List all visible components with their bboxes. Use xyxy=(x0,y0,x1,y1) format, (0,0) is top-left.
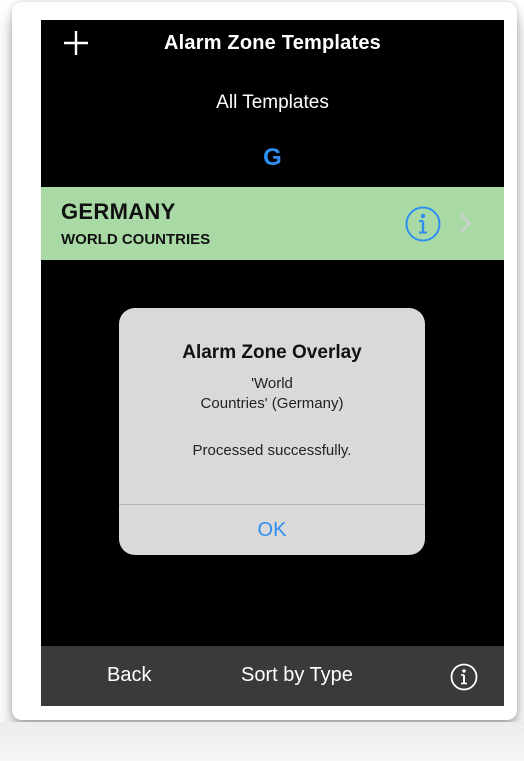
app-screen: Alarm Zone Templates All Templates G GER… xyxy=(41,20,504,706)
alert-status-message: Processed successfully. xyxy=(192,442,352,459)
toolbar-info-button[interactable] xyxy=(450,663,478,691)
page-title: Alarm Zone Templates xyxy=(163,32,382,54)
info-button[interactable] xyxy=(404,205,442,243)
alert-title: Alarm Zone Overlay xyxy=(182,342,362,363)
alert-message-line: Countries' (Germany) xyxy=(200,395,344,412)
info-icon xyxy=(405,206,441,242)
list-item-title: GERMANY xyxy=(61,199,176,224)
alert-message: 'World Countries' (Germany) xyxy=(119,374,425,414)
info-icon xyxy=(450,663,478,691)
navigation-bar: Alarm Zone Templates xyxy=(41,20,504,70)
alert-message-line: 'World xyxy=(251,375,293,392)
ok-button[interactable]: OK xyxy=(119,505,425,555)
alert-dialog: Alarm Zone Overlay 'World Countries' (Ge… xyxy=(119,308,425,555)
section-index-letter: G xyxy=(263,144,282,171)
list-item-germany[interactable]: GERMANY WORLD COUNTRIES xyxy=(41,187,504,260)
chevron-right-icon xyxy=(460,213,471,233)
background-strip xyxy=(0,722,524,761)
list-subtitle: All Templates xyxy=(216,92,329,113)
sort-by-type-button[interactable]: Sort by Type xyxy=(241,664,353,687)
back-button[interactable]: Back xyxy=(107,664,151,687)
list-item-subtitle: WORLD COUNTRIES xyxy=(61,231,211,248)
bottom-toolbar: Back Sort by Type xyxy=(41,646,504,706)
